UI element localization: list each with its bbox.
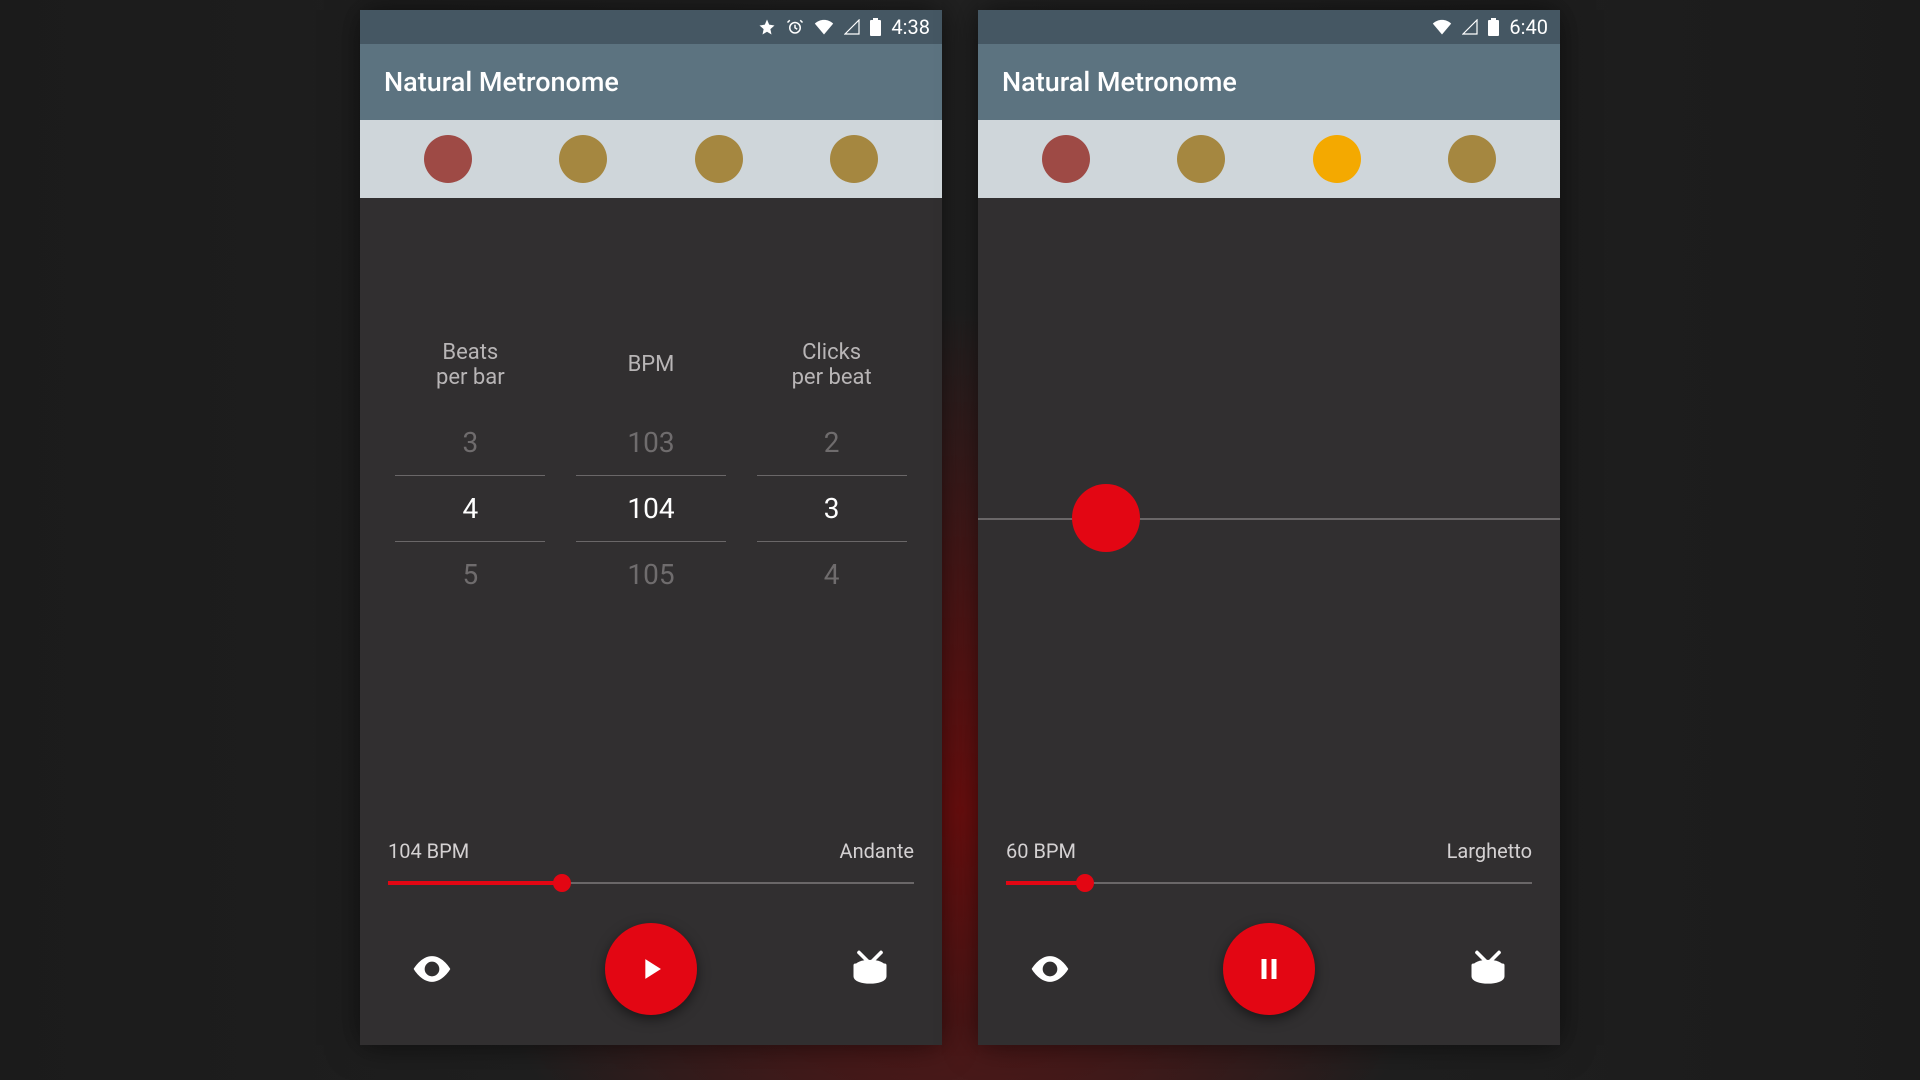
picker-label: BPM bbox=[576, 338, 726, 392]
tempo-slider-thumb[interactable] bbox=[1076, 874, 1094, 892]
beat-indicator-row bbox=[978, 120, 1560, 198]
drum-icon bbox=[848, 947, 892, 991]
footer: 60 BPM Larghetto bbox=[1006, 839, 1532, 1015]
visibility-button[interactable] bbox=[1020, 939, 1080, 999]
beat-dot-4[interactable] bbox=[1448, 135, 1496, 183]
beat-dot-1[interactable] bbox=[1042, 135, 1090, 183]
visibility-button[interactable] bbox=[402, 939, 462, 999]
app-bar: Natural Metronome bbox=[360, 44, 942, 120]
tempo-name: Andante bbox=[840, 839, 914, 863]
main-area: 60 BPM Larghetto bbox=[978, 198, 1560, 1045]
picker-group: Beats per bar 3 4 5 BPM 103 104 105 bbox=[360, 338, 942, 607]
star-icon bbox=[758, 18, 776, 36]
app-title: Natural Metronome bbox=[1002, 66, 1237, 98]
tempo-slider-fill bbox=[388, 881, 562, 885]
picker-value-selected[interactable]: 3 bbox=[757, 475, 907, 542]
footer: 104 BPM Andante bbox=[388, 839, 914, 1015]
pause-icon bbox=[1254, 954, 1284, 984]
tempo-slider[interactable] bbox=[388, 871, 914, 895]
pendulum bbox=[978, 458, 1560, 578]
battery-icon bbox=[1488, 18, 1499, 36]
picker-value-selected[interactable]: 4 bbox=[395, 475, 545, 542]
phone-right: 6:40 Natural Metronome 60 BPM Larghetto bbox=[978, 10, 1560, 1045]
cell-signal-icon bbox=[844, 19, 860, 35]
picker-value-selected[interactable]: 104 bbox=[576, 475, 726, 542]
tempo-slider[interactable] bbox=[1006, 871, 1532, 895]
beat-indicator-row bbox=[360, 120, 942, 198]
pendulum-ball bbox=[1072, 484, 1140, 552]
bpm-label: 104 BPM bbox=[388, 839, 469, 863]
beat-dot-1[interactable] bbox=[424, 135, 472, 183]
beat-dot-4[interactable] bbox=[830, 135, 878, 183]
beat-dot-2[interactable] bbox=[1177, 135, 1225, 183]
tap-tempo-button[interactable] bbox=[840, 939, 900, 999]
picker-label: Beats per bar bbox=[395, 338, 545, 392]
drum-icon bbox=[1466, 947, 1510, 991]
picker-beats-per-bar[interactable]: Beats per bar 3 4 5 bbox=[395, 338, 545, 607]
main-area: Beats per bar 3 4 5 BPM 103 104 105 bbox=[360, 198, 942, 1045]
beat-dot-3[interactable] bbox=[1313, 135, 1361, 183]
status-bar: 6:40 bbox=[978, 10, 1560, 44]
picker-value-above[interactable]: 103 bbox=[576, 410, 726, 475]
tempo-slider-fill bbox=[1006, 881, 1085, 885]
wifi-icon bbox=[1432, 19, 1452, 35]
app-bar: Natural Metronome bbox=[978, 44, 1560, 120]
beat-dot-2[interactable] bbox=[559, 135, 607, 183]
picker-value-below[interactable]: 5 bbox=[395, 542, 545, 607]
battery-icon bbox=[870, 18, 881, 36]
bpm-label: 60 BPM bbox=[1006, 839, 1076, 863]
play-button[interactable] bbox=[605, 923, 697, 1015]
tap-tempo-button[interactable] bbox=[1458, 939, 1518, 999]
eye-icon bbox=[1028, 947, 1072, 991]
wifi-icon bbox=[814, 19, 834, 35]
clock-time: 4:38 bbox=[891, 15, 930, 39]
alarm-icon bbox=[786, 18, 804, 36]
phone-left: 4:38 Natural Metronome Beats per bar 3 4… bbox=[360, 10, 942, 1045]
pendulum-track bbox=[978, 518, 1560, 520]
app-title: Natural Metronome bbox=[384, 66, 619, 98]
cell-signal-icon bbox=[1462, 19, 1478, 35]
picker-value-below[interactable]: 105 bbox=[576, 542, 726, 607]
tempo-slider-thumb[interactable] bbox=[553, 874, 571, 892]
status-bar: 4:38 bbox=[360, 10, 942, 44]
clock-time: 6:40 bbox=[1509, 15, 1548, 39]
picker-value-above[interactable]: 2 bbox=[757, 410, 907, 475]
picker-bpm[interactable]: BPM 103 104 105 bbox=[576, 338, 726, 607]
eye-icon bbox=[410, 947, 454, 991]
picker-label: Clicks per beat bbox=[757, 338, 907, 392]
pause-button[interactable] bbox=[1223, 923, 1315, 1015]
tempo-name: Larghetto bbox=[1447, 839, 1532, 863]
play-icon bbox=[634, 952, 668, 986]
picker-value-below[interactable]: 4 bbox=[757, 542, 907, 607]
picker-clicks-per-beat[interactable]: Clicks per beat 2 3 4 bbox=[757, 338, 907, 607]
picker-value-above[interactable]: 3 bbox=[395, 410, 545, 475]
beat-dot-3[interactable] bbox=[695, 135, 743, 183]
